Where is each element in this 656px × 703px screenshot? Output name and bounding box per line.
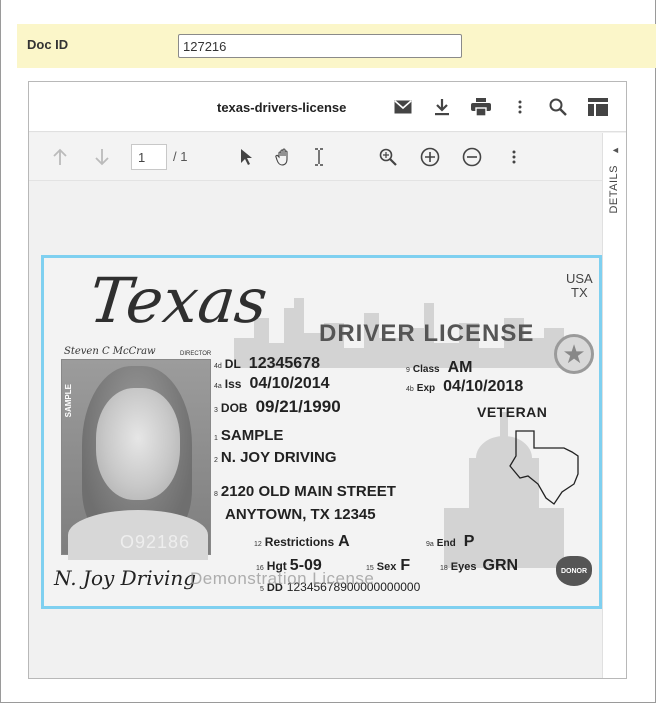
field-iss-num: 4a bbox=[214, 383, 222, 390]
field-address-num: 8 bbox=[214, 491, 218, 498]
license-photo: SAMPLE O92186 bbox=[61, 359, 211, 560]
field-exp-label: Exp bbox=[416, 383, 436, 394]
pan-hand-icon[interactable] bbox=[272, 145, 296, 169]
viewer-header: texas-drivers-license bbox=[29, 82, 626, 132]
field-name1-value: SAMPLE bbox=[220, 427, 284, 444]
usa-text: USA bbox=[566, 271, 593, 286]
field-eyes: 18 Eyes GRN bbox=[440, 557, 518, 575]
holder-signature: N. Joy Driving bbox=[54, 566, 197, 590]
photo-face bbox=[96, 388, 180, 500]
field-name1-num: 1 bbox=[214, 435, 218, 442]
document-canvas[interactable]: Texas USA TX DRIVER LICENSE ★ Steven C M… bbox=[29, 181, 602, 678]
document-viewer: texas-drivers-license 1 / 1 ◄ DETAILS Te… bbox=[28, 81, 627, 679]
field-dl: 4d DL 12345678 bbox=[214, 355, 320, 373]
field-end-num: 9a bbox=[426, 541, 434, 548]
field-class-value: AM bbox=[447, 359, 473, 376]
field-dob: 3 DOB 09/21/1990 bbox=[214, 397, 341, 417]
license-card: Texas USA TX DRIVER LICENSE ★ Steven C M… bbox=[41, 255, 602, 609]
toolbar-more-icon[interactable] bbox=[502, 145, 526, 169]
field-exp-num: 4b bbox=[406, 386, 414, 393]
details-label: DETAILS bbox=[608, 165, 620, 214]
country-code: USA TX bbox=[566, 272, 593, 300]
field-dl-num: 4d bbox=[214, 363, 222, 370]
docid-bar: Doc ID bbox=[17, 24, 656, 68]
page-number-input[interactable] bbox=[131, 144, 167, 170]
director-signature: Steven C McCraw bbox=[64, 346, 156, 357]
field-restrictions: 12 Restrictions A bbox=[254, 533, 350, 551]
print-icon[interactable] bbox=[469, 95, 493, 119]
photo-number: O92186 bbox=[120, 532, 191, 552]
select-pointer-icon[interactable] bbox=[234, 145, 258, 169]
donor-heart-icon: DONOR bbox=[556, 556, 592, 586]
field-eyes-num: 18 bbox=[440, 565, 448, 572]
field-name2-value: N. JOY DRIVING bbox=[220, 449, 337, 466]
docid-label: Doc ID bbox=[27, 37, 69, 52]
zoom-fit-icon[interactable] bbox=[376, 145, 400, 169]
field-address-value: 2120 OLD MAIN STREET bbox=[220, 483, 396, 500]
field-exp: 4b Exp 04/10/2018 bbox=[406, 378, 523, 396]
field-end: 9a End P bbox=[426, 533, 474, 551]
page-total: / 1 bbox=[173, 149, 188, 164]
docid-input[interactable] bbox=[178, 34, 462, 58]
star-seal-icon: ★ bbox=[554, 334, 594, 374]
email-icon[interactable] bbox=[391, 95, 415, 119]
text-cursor-icon[interactable] bbox=[307, 145, 331, 169]
field-restrictions-num: 12 bbox=[254, 541, 262, 548]
field-end-value: P bbox=[463, 533, 475, 550]
field-name2-num: 2 bbox=[214, 457, 218, 464]
details-arrow-icon: ◄ bbox=[611, 145, 620, 155]
field-restrictions-value: A bbox=[338, 533, 350, 550]
field-iss-value: 04/10/2014 bbox=[249, 375, 330, 392]
field-dob-value: 09/21/1990 bbox=[255, 397, 341, 416]
field-dob-label: DOB bbox=[220, 401, 248, 415]
details-panel-toggle[interactable]: ◄ DETAILS bbox=[602, 133, 626, 678]
field-class-label: Class bbox=[412, 364, 440, 375]
field-iss-label: Iss bbox=[224, 377, 242, 391]
state-title: Texas bbox=[86, 264, 271, 337]
field-address: 8 2120 OLD MAIN STREET bbox=[214, 483, 396, 501]
demo-watermark: Demonstration License bbox=[190, 569, 375, 588]
state-code: TX bbox=[571, 285, 588, 300]
photo-sample-text: SAMPLE bbox=[64, 384, 73, 418]
arrow-down-icon[interactable] bbox=[90, 145, 114, 169]
field-name1: 1 SAMPLE bbox=[214, 427, 283, 445]
license-title: DRIVER LICENSE bbox=[319, 320, 535, 347]
arrow-up-icon[interactable] bbox=[48, 145, 72, 169]
field-dl-label: DL bbox=[224, 357, 241, 371]
field-sex-label: Sex bbox=[376, 561, 397, 573]
field-dl-value: 12345678 bbox=[248, 355, 320, 372]
field-eyes-label: Eyes bbox=[450, 561, 477, 573]
field-city-value: ANYTOWN, TX 12345 bbox=[225, 506, 376, 523]
layout-panel-icon[interactable] bbox=[586, 95, 610, 119]
field-dob-num: 3 bbox=[214, 407, 218, 414]
field-end-label: End bbox=[436, 538, 456, 549]
field-sex-value: F bbox=[400, 557, 411, 574]
file-title: texas-drivers-license bbox=[217, 100, 347, 115]
field-iss: 4a Iss 04/10/2014 bbox=[214, 375, 330, 393]
field-name2: 2 N. JOY DRIVING bbox=[214, 449, 337, 467]
donor-text: DONOR bbox=[560, 567, 588, 575]
texas-map-icon bbox=[509, 430, 579, 505]
more-vert-icon[interactable] bbox=[508, 95, 532, 119]
zoom-out-icon[interactable] bbox=[460, 145, 484, 169]
field-class: 9 Class AM bbox=[406, 359, 472, 377]
field-eyes-value: GRN bbox=[482, 557, 519, 574]
veteran-badge: VETERAN bbox=[477, 404, 548, 420]
viewer-toolbar: / 1 bbox=[29, 133, 602, 181]
app-frame: Doc ID texas-drivers-license bbox=[0, 0, 656, 703]
download-icon[interactable] bbox=[430, 95, 454, 119]
zoom-in-icon[interactable] bbox=[418, 145, 442, 169]
director-label: DIRECTOR bbox=[180, 351, 212, 357]
field-city: ANYTOWN, TX 12345 bbox=[225, 506, 376, 524]
field-restrictions-label: Restrictions bbox=[264, 535, 335, 549]
field-class-num: 9 bbox=[406, 367, 410, 374]
field-exp-value: 04/10/2018 bbox=[443, 378, 524, 395]
search-icon[interactable] bbox=[546, 95, 570, 119]
